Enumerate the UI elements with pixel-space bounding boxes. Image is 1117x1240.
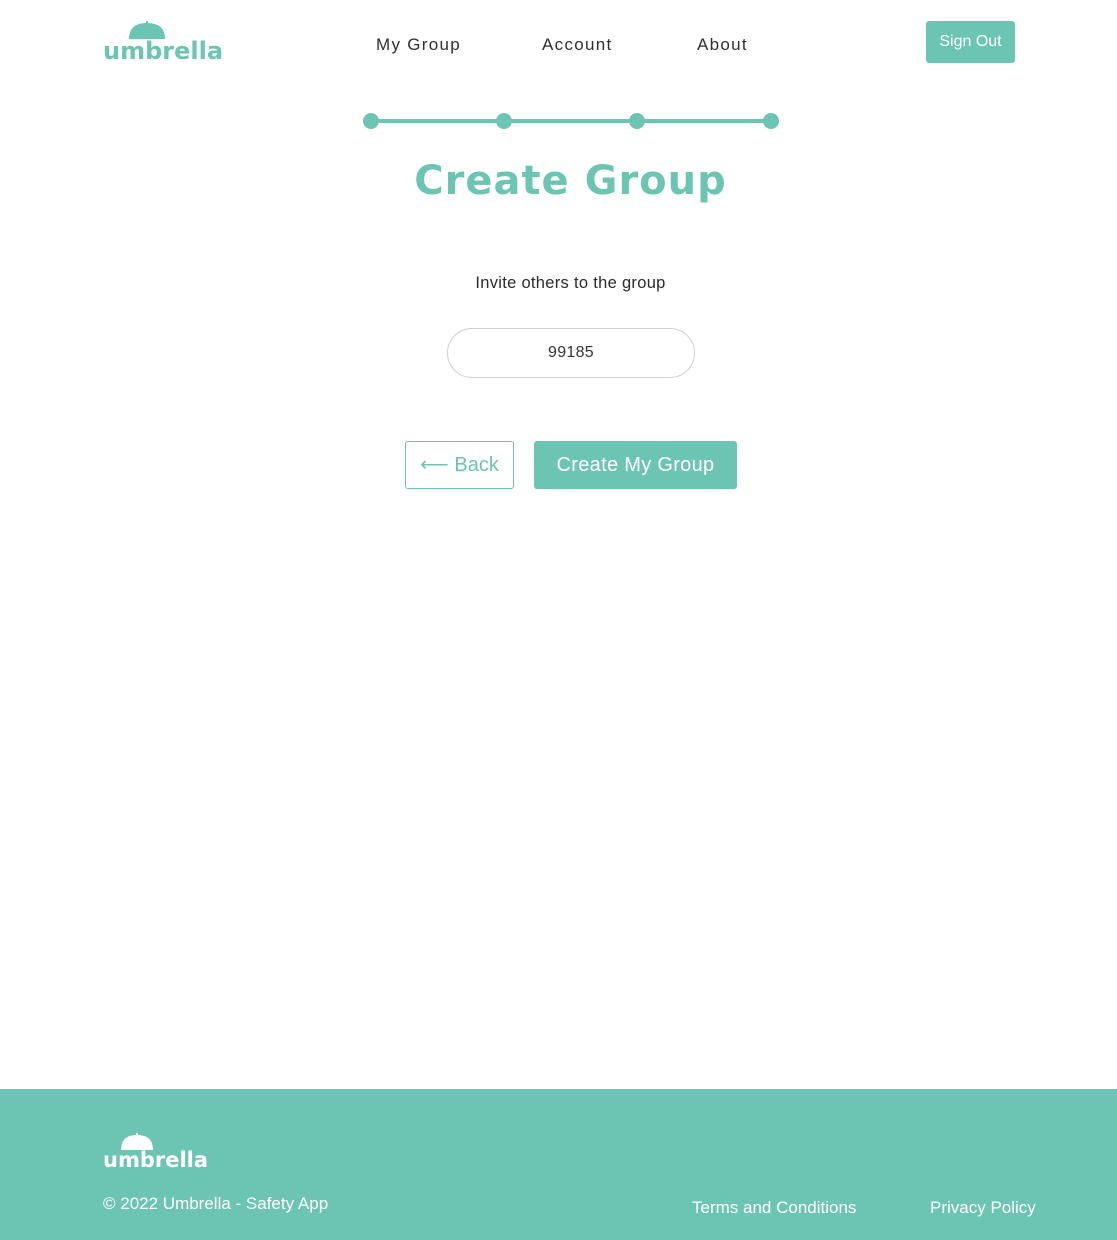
umbrella-logo[interactable]: umbrella (103, 21, 223, 65)
footer-logo-wordmark: umbrella (103, 1148, 209, 1172)
nav-item-account[interactable]: Account (542, 34, 613, 56)
create-my-group-button[interactable]: Create My Group (534, 441, 737, 489)
terms-link[interactable]: Terms and Conditions (692, 1198, 856, 1218)
stepper-track (371, 119, 771, 123)
page-title: Create Group (414, 158, 727, 204)
logo-wordmark: umbrella (103, 37, 224, 65)
group-code-field[interactable]: 99185 (447, 328, 695, 378)
privacy-link[interactable]: Privacy Policy (930, 1198, 1036, 1218)
step-dot-4 (763, 113, 779, 129)
step-dot-1 (363, 113, 379, 129)
sign-out-button[interactable]: Sign Out (926, 21, 1015, 63)
step-dot-3 (629, 113, 645, 129)
site-footer: umbrella © 2022 Umbrella - Safety App Te… (0, 1089, 1117, 1240)
nav-item-about[interactable]: About (697, 34, 748, 56)
site-header: umbrella My Group Account About Sign Out (0, 0, 1117, 90)
nav-item-my-group[interactable]: My Group (376, 34, 461, 56)
step-dot-2 (496, 113, 512, 129)
footer-umbrella-logo[interactable]: umbrella (103, 1133, 208, 1173)
back-button[interactable]: ⟵ Back (405, 441, 514, 489)
invite-instructions: Invite others to the group (475, 274, 666, 292)
progress-stepper (362, 111, 782, 131)
copyright-text: © 2022 Umbrella - Safety App (103, 1194, 329, 1213)
